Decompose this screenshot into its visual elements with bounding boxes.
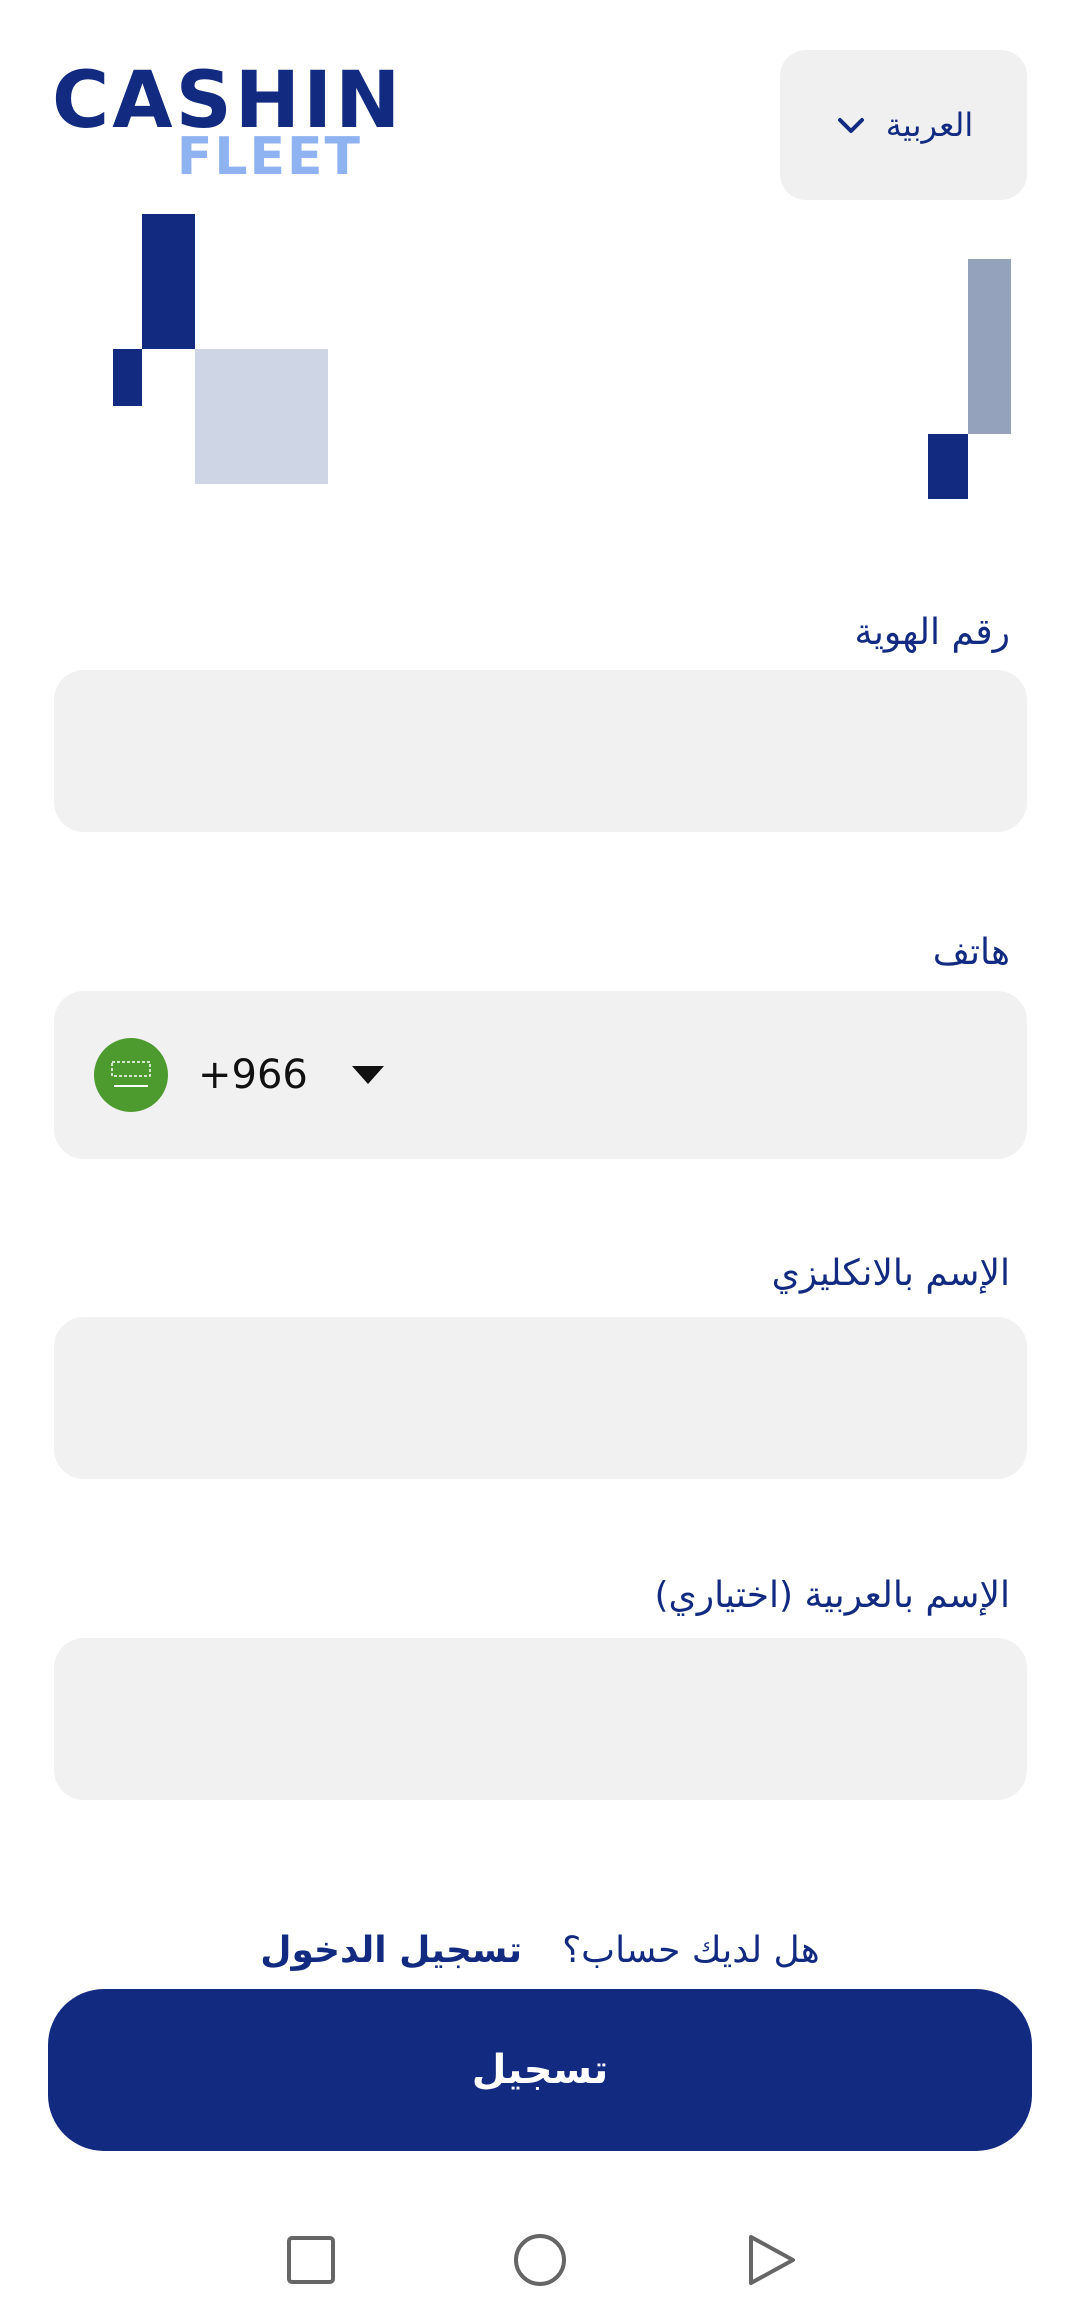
language-label: العربية <box>885 106 974 144</box>
saudi-flag-icon <box>94 1038 168 1112</box>
arabic-name-label: الإسم بالعربية (اختياري) <box>654 1575 1010 1616</box>
decorative-blocks-left <box>113 214 328 484</box>
national-id-label: رقم الهوية <box>854 612 1010 653</box>
language-selector[interactable]: العربية <box>780 50 1027 200</box>
arabic-name-input[interactable] <box>54 1638 1027 1800</box>
login-question: هل لديك حساب؟ <box>562 1930 820 1971</box>
country-code-picker[interactable]: +966 <box>94 1038 384 1112</box>
register-button[interactable]: تسجيل <box>48 1989 1032 2151</box>
square-icon[interactable] <box>281 2230 341 2290</box>
decorative-blocks-right <box>928 259 1011 499</box>
login-prompt: هل لديك حساب؟ تسجيل الدخول <box>0 1930 1080 1971</box>
triangle-icon[interactable] <box>741 2230 801 2290</box>
caret-down-icon <box>351 1066 384 1084</box>
circle-icon[interactable] <box>510 2230 570 2290</box>
english-name-input[interactable] <box>54 1317 1027 1479</box>
phone-label: هاتف <box>932 932 1010 973</box>
national-id-input[interactable] <box>54 670 1027 832</box>
login-link[interactable]: تسجيل الدخول <box>260 1930 522 1971</box>
phone-field[interactable]: +966 <box>54 991 1027 1159</box>
chevron-down-icon <box>837 118 864 133</box>
logo-subtitle: FLEET <box>176 127 362 187</box>
cashin-fleet-logo: CASHIN FLEET <box>52 62 400 187</box>
dial-code: +966 <box>198 1052 308 1098</box>
english-name-label: الإسم بالانكليزي <box>771 1253 1010 1294</box>
logo-wordmark: CASHIN <box>52 56 404 146</box>
